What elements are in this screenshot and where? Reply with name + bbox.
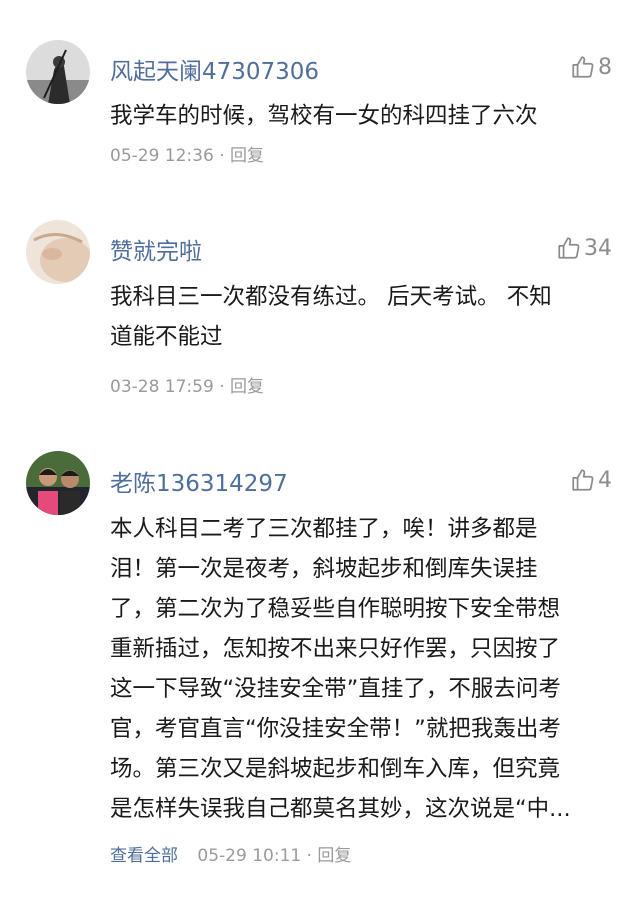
thumbs-up-icon [572, 56, 594, 78]
username[interactable]: 赞就完啦 [110, 232, 202, 266]
comment-line: 了，第二次为了稳妥些自作聪明按下安全带想 [110, 596, 561, 622]
comment-line: 场。第三次又是斜坡起步和倒车入库，但究竟 [110, 756, 561, 782]
comment-meta: 03-28 17:59 · 回复 [110, 372, 264, 397]
timestamp: 03-28 17:59 [110, 377, 214, 397]
comment-line: 这一下导致“没挂安全带”直挂了，不服去问考 [110, 676, 561, 702]
comment-line: 泪！第一次是夜考，斜坡起步和倒库失误挂 [110, 556, 538, 582]
like-button[interactable]: 8 [570, 54, 612, 80]
timestamp: 05-29 12:36 [110, 146, 214, 166]
like-button[interactable]: 34 [556, 235, 612, 261]
view-all-link[interactable]: 查看全部 [110, 846, 178, 866]
avatar[interactable] [26, 40, 90, 104]
comment-meta: 05-29 12:36 · 回复 [110, 141, 264, 166]
avatar[interactable] [26, 451, 90, 515]
comment-meta: 查看全部 05-29 10:11 · 回复 [110, 841, 351, 866]
comment-line: 重新插过，怎知按不出来只好作罢，只因按了 [110, 636, 561, 662]
comment-line: 本人科目二考了三次都挂了，唉！讲多都是 [110, 516, 538, 542]
reply-link[interactable]: · 回复 [219, 146, 264, 166]
comment-text[interactable]: 本人科目二考了三次都挂了，唉！讲多都是 泪！第一次是夜考，斜坡起步和倒库失误挂 … [110, 509, 610, 829]
reply-link[interactable]: · 回复 [307, 846, 352, 866]
comment-text[interactable]: 我科目三一次都没有练过。 后天考试。 不知 道能不能过 [110, 277, 610, 357]
username[interactable]: 老陈136314297 [110, 464, 288, 498]
comment-line: 我学车的时候，驾校有一女的科四挂了六次 [110, 103, 538, 129]
like-count: 34 [584, 235, 612, 261]
timestamp: 05-29 10:11 [197, 846, 302, 866]
like-count: 4 [598, 467, 612, 493]
avatar[interactable] [26, 220, 90, 284]
thumbs-up-icon [572, 469, 594, 491]
comment-line: 是怎样失误我自己都莫名其妙，这次说是“中... [110, 796, 571, 822]
like-count: 8 [598, 54, 612, 80]
comment-line: 道能不能过 [110, 324, 223, 350]
like-button[interactable]: 4 [570, 467, 612, 493]
comment-line: 我科目三一次都没有练过。 后天考试。 不知 [110, 284, 552, 310]
comment-line: 官，考官直言“你没挂安全带！”就把我轰出考 [110, 716, 561, 742]
reply-link[interactable]: · 回复 [219, 377, 264, 397]
username[interactable]: 风起天阑47307306 [110, 52, 319, 86]
thumbs-up-icon [558, 237, 580, 259]
comment-text[interactable]: 我学车的时候，驾校有一女的科四挂了六次 [110, 96, 610, 136]
